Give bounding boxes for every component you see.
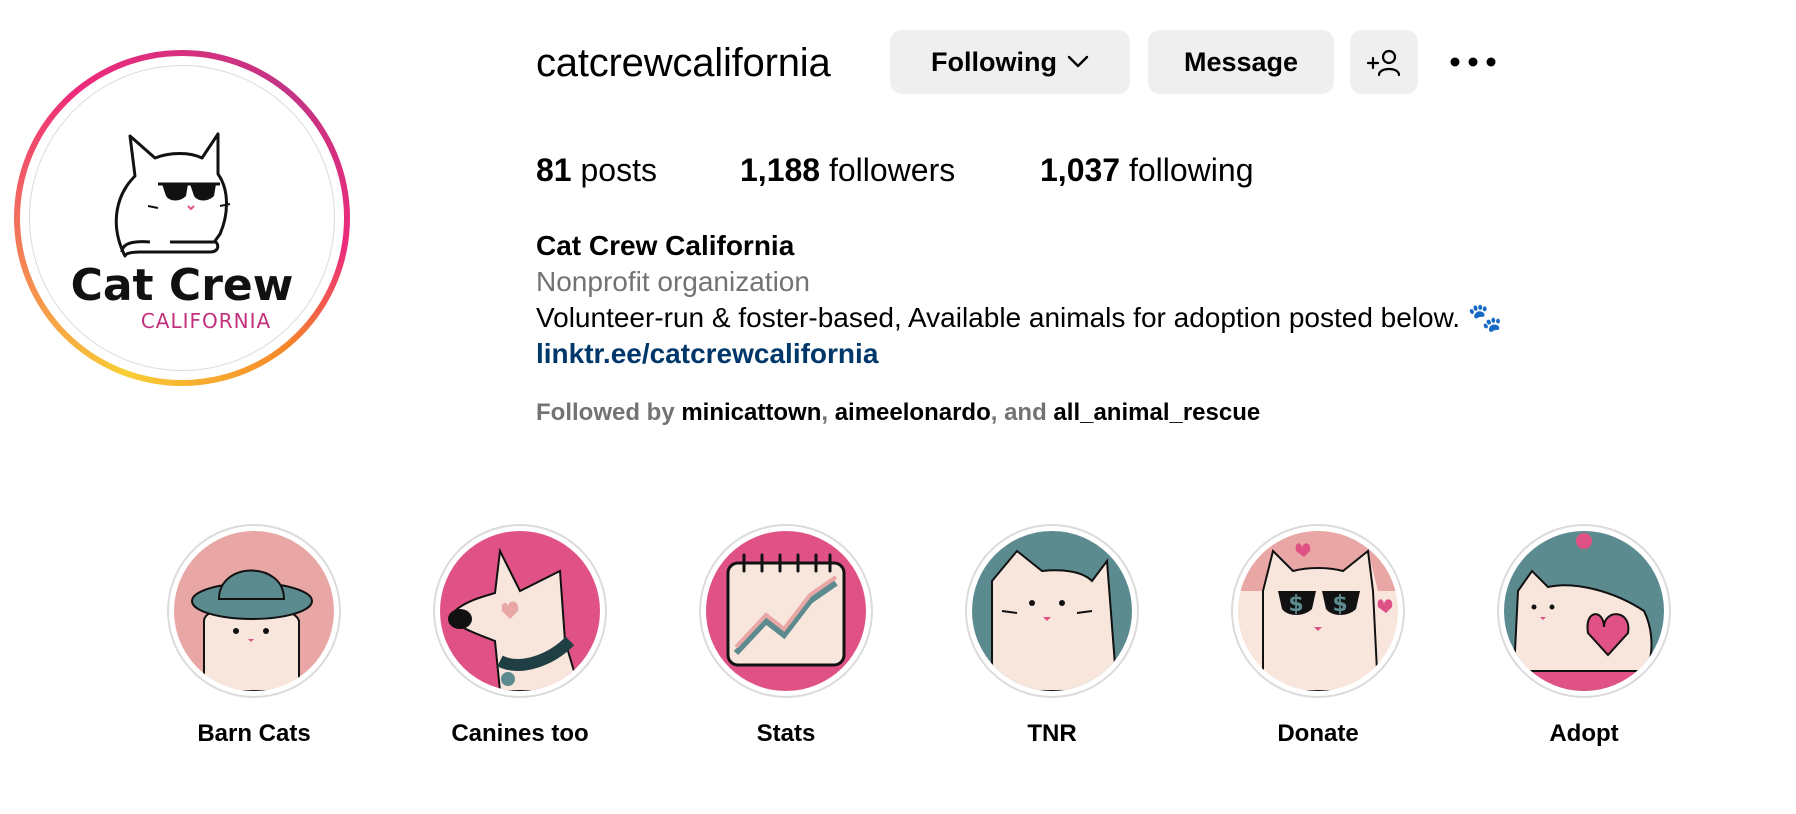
- message-button[interactable]: Message: [1148, 30, 1334, 94]
- bio-display-name: Cat Crew California: [536, 230, 795, 261]
- following-button[interactable]: Following: [890, 30, 1130, 94]
- followed-by-prefix: Followed by: [536, 399, 682, 426]
- profile-username: catcrewcalifornia: [536, 41, 831, 85]
- cat-crew-logo: Cat Crew CALIFORNIA: [29, 65, 335, 371]
- tnr-cat-icon: [972, 531, 1132, 691]
- money-cat-icon: $ $: [1238, 531, 1398, 691]
- dog-icon: [440, 531, 600, 691]
- followed-by-account[interactable]: aimeelonardo: [835, 399, 991, 426]
- following-count-value: 1,037: [1040, 152, 1121, 188]
- followers-count-label: followers: [828, 152, 956, 188]
- highlight-cover-adopt: [1504, 531, 1664, 691]
- followed-by: Followed by minicattown, aimeelonardo, a…: [536, 398, 1260, 428]
- highlight-label: Canines too: [451, 720, 589, 747]
- chevron-down-icon: [1067, 55, 1089, 68]
- followed-by-account[interactable]: minicattown: [681, 399, 821, 426]
- bio-text: Volunteer-run & foster-based, Available …: [536, 302, 1503, 333]
- highlight-cover-barn-cats: [174, 531, 334, 691]
- suggested-users-button[interactable]: [1350, 30, 1418, 94]
- following-button-label: Following: [931, 46, 1057, 77]
- highlight-donate[interactable]: $ $ Donate: [1218, 524, 1418, 748]
- highlight-label: Donate: [1277, 720, 1359, 747]
- followed-by-separator: ,: [821, 399, 835, 426]
- chart-notebook-icon: [706, 531, 866, 691]
- highlight-label: Stats: [756, 720, 816, 747]
- logo-text-bottom: CALIFORNIA: [141, 309, 271, 333]
- highlight-cover-canines-too: [440, 531, 600, 691]
- highlight-adopt[interactable]: Adopt: [1484, 524, 1684, 748]
- adopt-cat-heart-icon: [1504, 531, 1664, 691]
- profile-avatar[interactable]: Cat Crew CALIFORNIA: [14, 50, 350, 386]
- highlight-cover-tnr: [972, 531, 1132, 691]
- following-link[interactable]: 1,037 following: [1040, 150, 1253, 190]
- highlight-stats[interactable]: Stats: [686, 524, 886, 748]
- cowboy-cat-icon: [174, 531, 334, 691]
- bio-category: Nonprofit organization: [536, 266, 810, 297]
- highlight-cover-stats: [706, 531, 866, 691]
- highlight-barn-cats[interactable]: Barn Cats: [154, 524, 354, 748]
- highlight-label: Adopt: [1549, 720, 1619, 747]
- message-button-label: Message: [1183, 46, 1299, 77]
- followed-by-separator: , and: [990, 399, 1054, 426]
- posts-count-label: posts: [580, 152, 657, 188]
- highlight-canines-too[interactable]: Canines too: [420, 524, 620, 748]
- svg-text:$: $: [1332, 592, 1347, 617]
- followers-count-value: 1,188: [740, 152, 821, 188]
- highlight-label: TNR: [1027, 720, 1077, 747]
- more-options-button[interactable]: [1438, 30, 1508, 94]
- cat-logo-icon: Cat Crew CALIFORNIA: [71, 132, 294, 333]
- bio-link[interactable]: linktr.ee/catcrewcalifornia: [536, 336, 878, 372]
- highlight-tnr[interactable]: TNR: [952, 524, 1152, 748]
- add-user-icon: [1366, 49, 1401, 77]
- followers-link[interactable]: 1,188 followers: [740, 150, 955, 190]
- followed-by-account[interactable]: all_animal_rescue: [1053, 399, 1260, 426]
- highlight-label: Barn Cats: [197, 720, 311, 747]
- highlight-cover-donate: $ $: [1238, 531, 1398, 691]
- following-count-label: following: [1128, 152, 1254, 188]
- logo-text-top: Cat Crew: [71, 260, 294, 311]
- more-options-icon: [1450, 57, 1496, 67]
- posts-count: 81 posts: [536, 150, 657, 190]
- posts-count-value: 81: [536, 152, 572, 188]
- svg-text:$: $: [1288, 592, 1303, 617]
